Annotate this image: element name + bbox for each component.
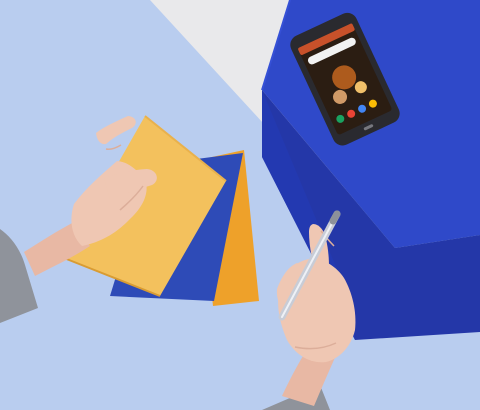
product-photo-scene bbox=[0, 0, 480, 410]
